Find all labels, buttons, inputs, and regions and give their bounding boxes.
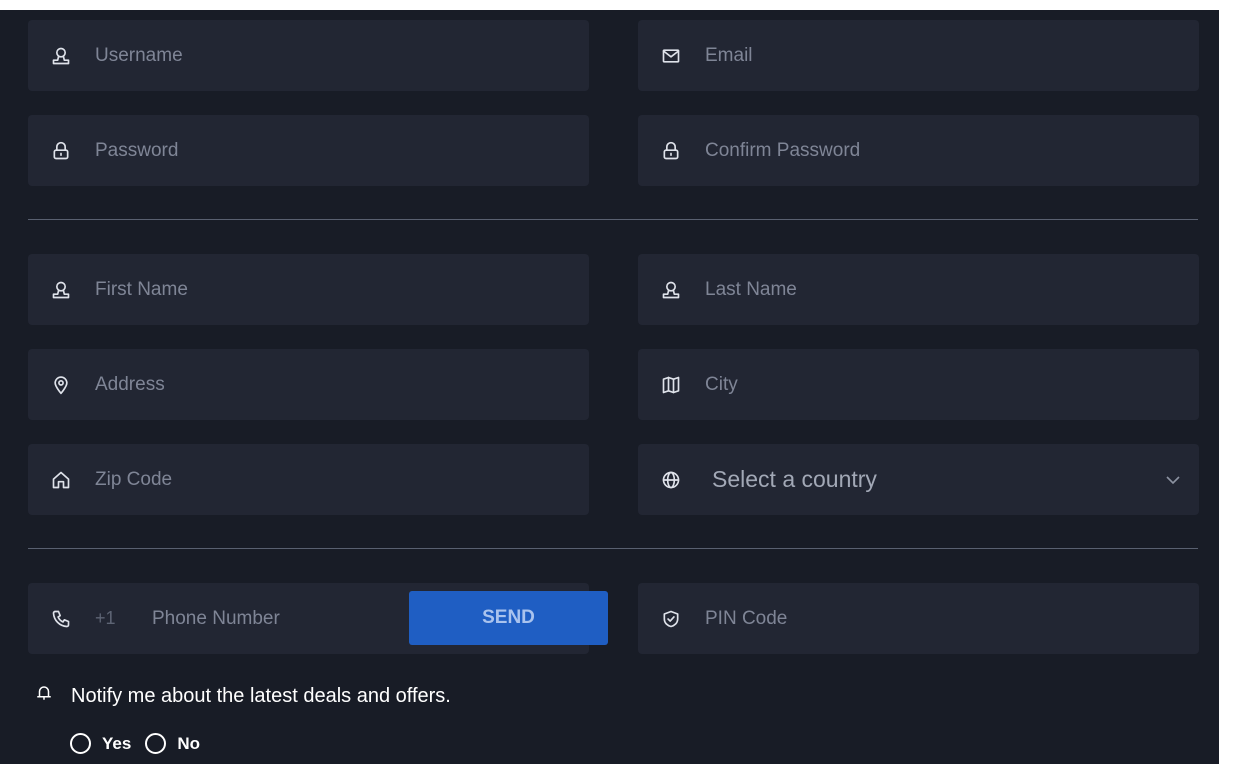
radio-circle-icon[interactable] — [145, 733, 167, 754]
bell-icon — [35, 683, 71, 709]
shield-check-icon — [660, 608, 682, 630]
notify-no-label: No — [177, 733, 200, 753]
phone-country-code: +1 — [95, 608, 116, 628]
confirm-password-field-container — [638, 115, 1199, 186]
username-field-container — [28, 20, 589, 91]
section-divider — [28, 219, 1198, 220]
notify-radio-group: Yes No — [70, 733, 214, 754]
lock-icon — [660, 140, 682, 162]
username-input[interactable] — [95, 20, 589, 91]
email-input[interactable] — [705, 20, 1199, 91]
zip-code-field-container — [28, 444, 589, 515]
address-field-container — [28, 349, 589, 420]
pin-code-field-container — [638, 583, 1199, 654]
section-divider — [28, 548, 1198, 549]
mail-icon — [660, 45, 682, 67]
phone-icon — [50, 608, 72, 630]
notify-label: Notify me about the latest deals and off… — [71, 684, 451, 707]
first-name-input[interactable] — [95, 254, 589, 325]
first-name-field-container — [28, 254, 589, 325]
country-select[interactable]: Select a country — [638, 444, 1199, 515]
address-input[interactable] — [95, 349, 589, 420]
phone-number-input[interactable] — [152, 583, 352, 654]
globe-icon — [660, 469, 682, 491]
user-icon — [660, 279, 682, 301]
password-field-container — [28, 115, 589, 186]
chevron-down-icon — [1165, 472, 1181, 488]
zip-code-input[interactable] — [95, 444, 589, 515]
map-icon — [660, 374, 682, 396]
confirm-password-input[interactable] — [705, 115, 1199, 186]
last-name-field-container — [638, 254, 1199, 325]
radio-circle-icon[interactable] — [70, 733, 91, 754]
home-icon — [50, 469, 72, 491]
phone-field-container: +1 SEND — [28, 583, 608, 654]
user-icon — [50, 279, 72, 301]
lock-icon — [50, 140, 72, 162]
send-code-button[interactable]: SEND — [409, 591, 608, 645]
country-select-value: Select a country — [712, 466, 877, 492]
city-field-container — [638, 349, 1199, 420]
password-input[interactable] — [95, 115, 589, 186]
pin-code-input[interactable] — [705, 583, 1199, 654]
last-name-input[interactable] — [705, 254, 1199, 325]
city-input[interactable] — [705, 349, 1199, 420]
notify-yes-label: Yes — [102, 733, 132, 753]
email-field-container — [638, 20, 1199, 91]
notify-preference: Notify me about the latest deals and off… — [35, 683, 451, 709]
notify-no-radio[interactable]: No — [145, 733, 200, 754]
user-icon — [50, 45, 72, 67]
notify-yes-radio[interactable]: Yes — [70, 733, 131, 754]
map-pin-icon — [50, 374, 72, 396]
